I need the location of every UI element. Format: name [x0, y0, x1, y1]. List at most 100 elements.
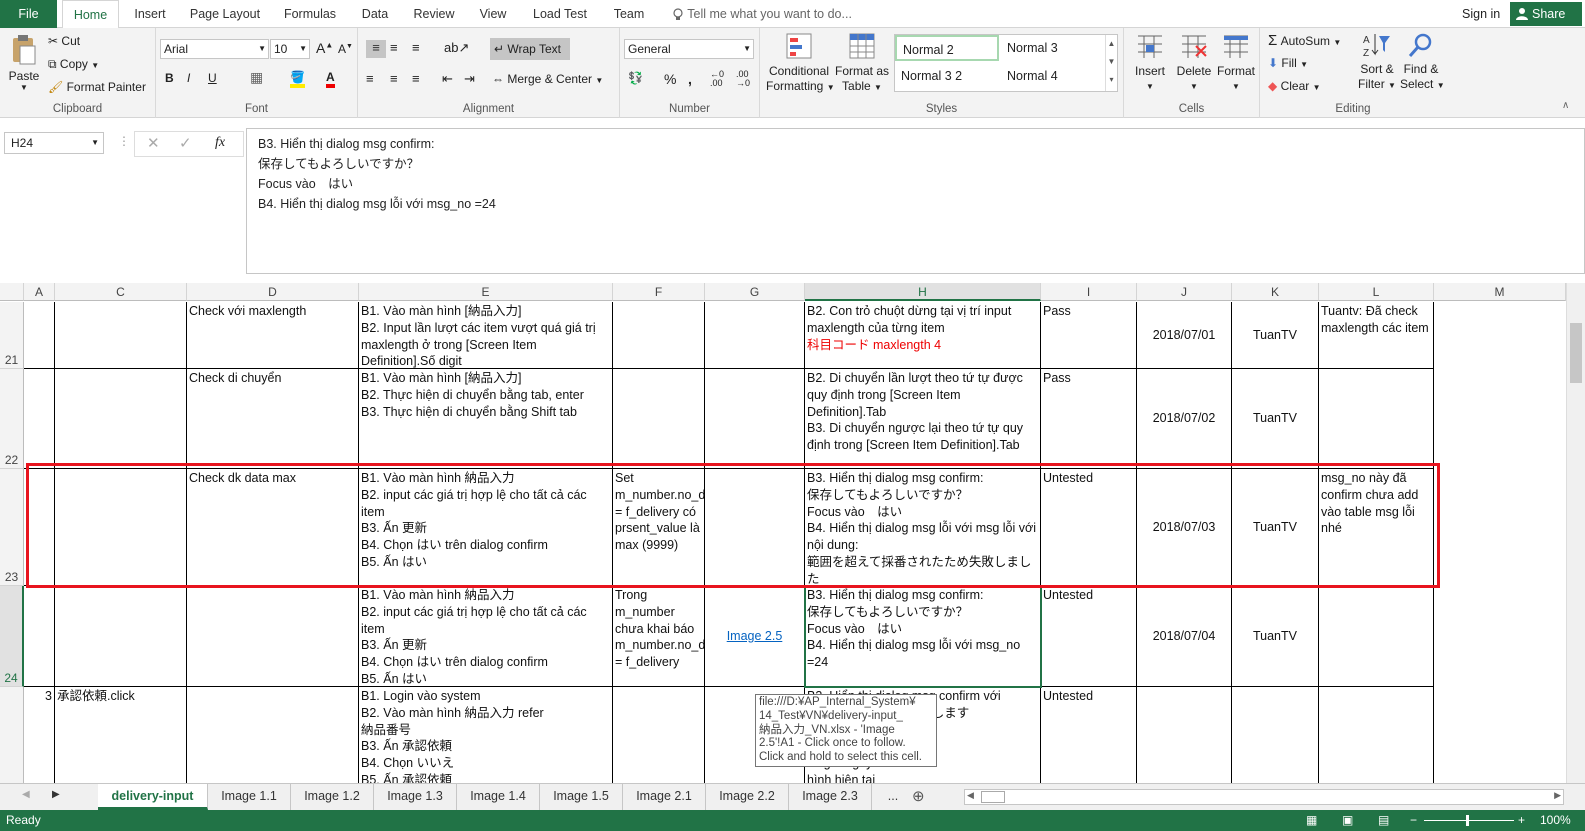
more-sheets-button[interactable]: ... — [878, 784, 908, 810]
cell-k21[interactable]: TuanTV — [1232, 302, 1319, 369]
cell-d21[interactable]: Check với maxlength — [187, 302, 359, 369]
cell-k22[interactable]: TuanTV — [1232, 369, 1319, 469]
zoom-slider-thumb[interactable] — [1466, 815, 1469, 826]
zoom-out-icon[interactable]: − — [1410, 810, 1417, 831]
tab-home[interactable]: Home — [62, 0, 119, 29]
currency-button[interactable]: 💱 — [628, 71, 643, 85]
align-right-button[interactable]: ≡ — [412, 71, 420, 86]
cell-f24[interactable]: Trong m_number chưa khai báo m_number.no… — [613, 586, 705, 687]
number-format-select[interactable]: General ▼ — [624, 39, 754, 59]
conditional-formatting-button[interactable]: Conditional Formatting ▼ — [766, 32, 835, 95]
collapse-ribbon-icon[interactable]: ∧ — [1562, 100, 1569, 111]
format-as-table-button[interactable]: Format as Table ▼ — [834, 32, 890, 95]
cell-d25[interactable] — [187, 687, 359, 783]
comma-button[interactable]: , — [688, 71, 692, 87]
cancel-icon[interactable]: ✕ — [147, 134, 160, 152]
column-header-l[interactable]: L — [1319, 283, 1434, 301]
insert-function-button[interactable]: fx — [215, 135, 225, 151]
row-header-24[interactable]: 24 — [0, 586, 24, 687]
tab-page-layout[interactable]: Page Layout — [181, 0, 269, 28]
normal-view-icon[interactable]: ▦ — [1306, 810, 1317, 831]
cell-a22[interactable] — [24, 369, 55, 469]
align-bottom-button[interactable]: ≡ — [412, 40, 420, 55]
find-select-button[interactable]: Find & Select ▼ — [1400, 32, 1445, 93]
column-header-h[interactable]: H — [805, 283, 1041, 301]
sheet-tab-image-2-2[interactable]: Image 2.2 — [706, 784, 789, 810]
column-header-a[interactable]: A — [24, 283, 55, 301]
cell-f21[interactable] — [613, 302, 705, 369]
scroll-prev-icon[interactable]: ◀ — [22, 789, 30, 800]
column-header-e[interactable]: E — [359, 283, 613, 301]
cell-c25[interactable]: 承認依頼.click — [55, 687, 187, 783]
merge-center-button[interactable]: ⇔ Merge & Center ▼ — [492, 72, 603, 86]
tab-data[interactable]: Data — [352, 0, 398, 28]
row-header-23[interactable]: 23 — [0, 469, 24, 586]
cell-i25[interactable]: Untested — [1041, 687, 1137, 783]
horizontal-scrollbar[interactable]: ◀ ▶ — [964, 789, 1564, 805]
cell-i24[interactable]: Untested — [1041, 586, 1137, 687]
sort-filter-button[interactable]: AZ Sort & Filter ▼ — [1356, 32, 1398, 93]
increase-indent-button[interactable]: ⇥ — [464, 71, 475, 87]
column-header-c[interactable]: C — [55, 283, 187, 301]
scroll-next-icon[interactable]: ▶ — [52, 789, 60, 800]
row-header-22[interactable]: 22 — [0, 369, 24, 469]
increase-font-button[interactable]: A▲ — [316, 40, 333, 56]
sheet-tab-image-1-5[interactable]: Image 1.5 — [540, 784, 623, 810]
fill-button[interactable]: ⬇ Fill ▼ — [1268, 56, 1308, 70]
clear-button[interactable]: ◆ Clear ▼ — [1268, 79, 1321, 93]
format-painter-button[interactable]: 🖌 Format Painter — [48, 80, 146, 94]
align-left-button[interactable]: ≡ — [366, 71, 374, 86]
decrease-font-button[interactable]: A▼ — [338, 42, 353, 56]
cell-e25[interactable]: B1. Login vào system B2. Vào màn hình 納品… — [359, 687, 613, 783]
borders-button[interactable]: ▦ — [250, 69, 263, 86]
tab-formulas[interactable]: Formulas — [275, 0, 345, 28]
column-header-g[interactable]: G — [705, 283, 805, 301]
row-header-25[interactable] — [0, 687, 24, 783]
cell-h22[interactable]: B2. Di chuyển lần lượt theo tứ tự được q… — [805, 369, 1041, 469]
cell-l25[interactable] — [1319, 687, 1434, 783]
sheet-tab-image-1-4[interactable]: Image 1.4 — [457, 784, 540, 810]
sign-in-link[interactable]: Sign in — [1462, 0, 1500, 28]
gallery-scroll[interactable]: ▲ ▼ ▾ — [1105, 35, 1117, 91]
cell-a25[interactable]: 3 — [24, 687, 55, 783]
tell-me-search[interactable]: Tell me what you want to do... — [672, 0, 852, 28]
scroll-right-icon[interactable]: ▶ — [1554, 790, 1561, 801]
cell-a24[interactable] — [24, 586, 55, 687]
autosum-button[interactable]: Σ AutoSum ▼ — [1268, 32, 1341, 49]
cell-k25[interactable] — [1232, 687, 1319, 783]
enter-check-icon[interactable]: ✓ — [179, 134, 192, 152]
wrap-text-button[interactable]: ↵ Wrap Text — [490, 38, 570, 60]
insert-cells-button[interactable]: Insert ▼ — [1130, 32, 1170, 94]
fill-color-button[interactable]: 🪣 — [290, 70, 305, 88]
cell-j24[interactable]: 2018/07/04 — [1137, 586, 1232, 687]
cell-j21[interactable]: 2018/07/01 — [1137, 302, 1232, 369]
cell-e24[interactable]: B1. Vào màn hình 納品入力 B2. input các giá … — [359, 586, 613, 687]
cell-c22[interactable] — [55, 369, 187, 469]
bold-button[interactable]: B — [165, 71, 174, 85]
vertical-scrollbar[interactable] — [1566, 283, 1585, 783]
add-sheet-icon[interactable]: ⊕ — [912, 787, 925, 805]
sheet-tab-image-2-3[interactable]: Image 2.3 — [789, 784, 872, 810]
percent-button[interactable]: % — [664, 71, 676, 87]
italic-button[interactable]: I — [187, 71, 190, 85]
font-name-select[interactable]: Arial ▼ — [160, 39, 269, 59]
cell-i22[interactable]: Pass — [1041, 369, 1137, 469]
format-cells-button[interactable]: Format ▼ — [1216, 32, 1256, 94]
cell-e22[interactable]: B1. Vào màn hình [納品入力] B2. Thực hiện di… — [359, 369, 613, 469]
zoom-in-icon[interactable]: + — [1518, 810, 1525, 831]
column-header-i[interactable]: I — [1041, 283, 1137, 301]
font-size-select[interactable]: 10 ▼ — [270, 39, 310, 59]
zoom-level[interactable]: 100% — [1540, 810, 1571, 831]
zoom-slider[interactable] — [1424, 820, 1514, 821]
tab-insert[interactable]: Insert — [122, 0, 178, 28]
sheet-tab-image-2-1[interactable]: Image 2.1 — [623, 784, 706, 810]
cell-e21[interactable]: B1. Vào màn hình [納品入力] B2. Input lần lư… — [359, 302, 613, 369]
name-box[interactable]: H24 ▼ — [4, 132, 104, 154]
page-break-view-icon[interactable]: ▤ — [1378, 810, 1389, 831]
page-layout-view-icon[interactable]: ▣ — [1342, 810, 1353, 831]
cell-l24[interactable] — [1319, 586, 1434, 687]
decrease-decimal-button[interactable]: .00 →0 — [736, 70, 750, 88]
share-button[interactable]: Share — [1510, 2, 1582, 26]
cell-j25[interactable] — [1137, 687, 1232, 783]
align-center-button[interactable]: ≡ — [390, 71, 398, 86]
